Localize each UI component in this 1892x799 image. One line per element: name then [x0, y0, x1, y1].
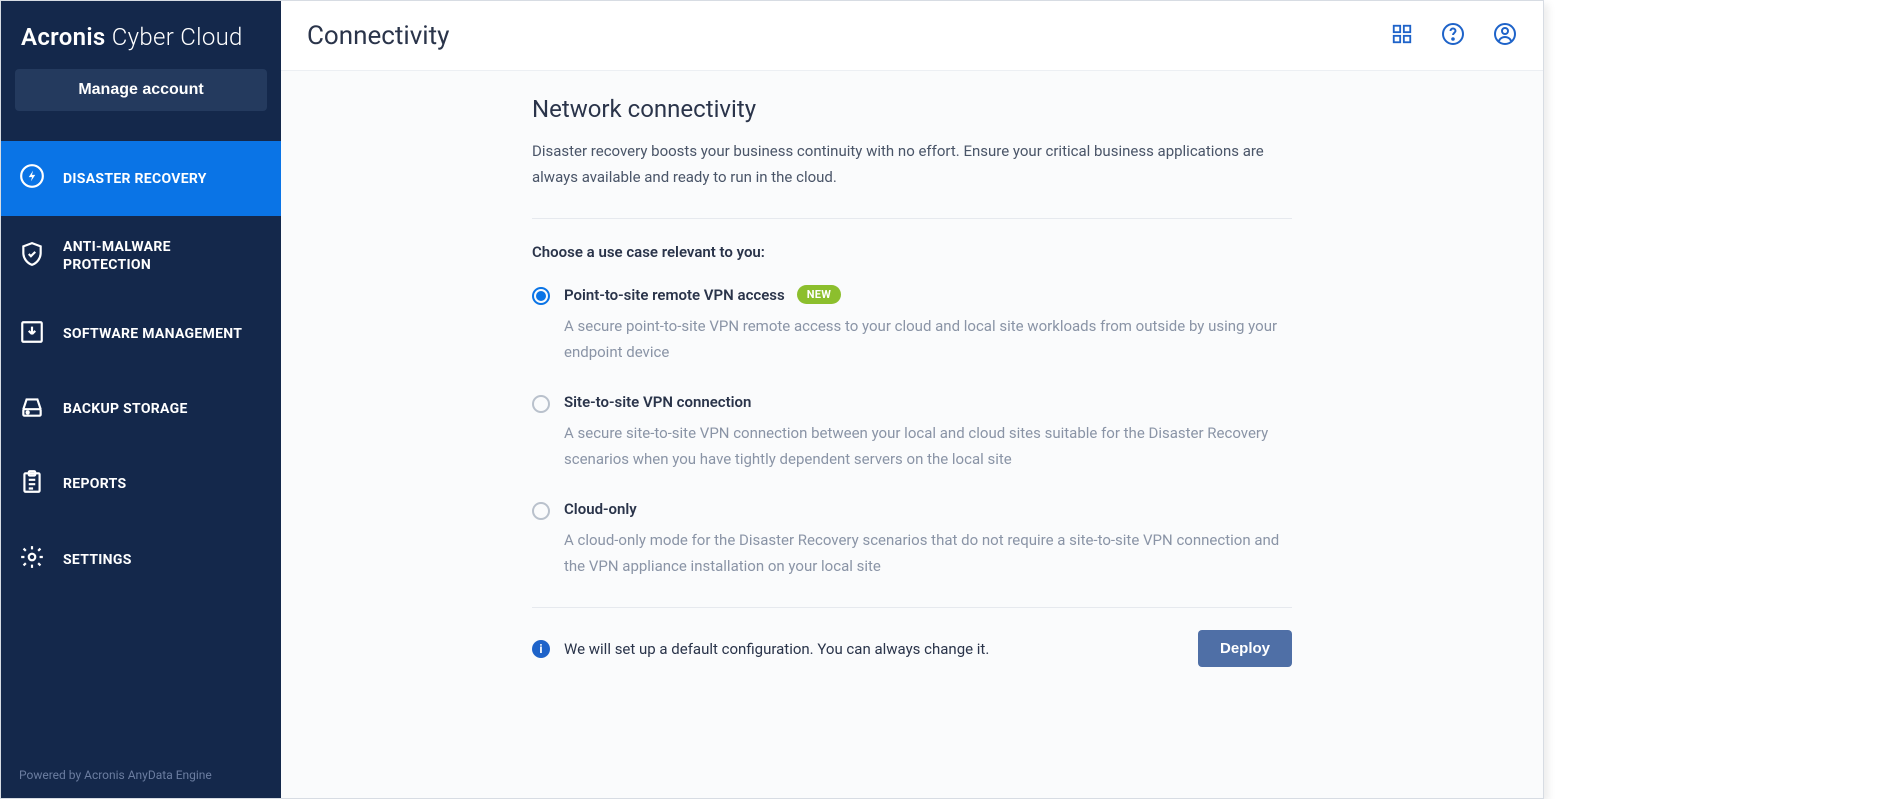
option-point-to-site[interactable]: Point-to-site remote VPN access NEW A se… — [532, 285, 1292, 365]
option-title-row: Point-to-site remote VPN access NEW — [564, 285, 1292, 304]
option-description: A cloud-only mode for the Disaster Recov… — [564, 528, 1292, 579]
help-icon[interactable] — [1441, 22, 1465, 50]
footer-row: i We will set up a default configuration… — [532, 607, 1292, 667]
brand-bold: Acronis — [21, 23, 106, 51]
option-description: A secure site-to-site VPN connection bet… — [564, 421, 1292, 472]
footer-text: We will set up a default configuration. … — [564, 640, 1184, 658]
sidebar-item-backup-storage[interactable]: BACKUP STORAGE — [1, 372, 281, 447]
option-site-to-site[interactable]: Site-to-site VPN connection A secure sit… — [532, 393, 1292, 472]
main-area: Connectivity Network connectivity Disast… — [281, 1, 1543, 798]
radio-icon[interactable] — [532, 287, 550, 305]
sidebar-item-label: BACKUP STORAGE — [63, 400, 188, 418]
bolt-circle-icon — [19, 163, 45, 194]
option-title: Cloud-only — [564, 500, 637, 518]
sidebar-item-label: SETTINGS — [63, 551, 132, 569]
option-description: A secure point-to-site VPN remote access… — [564, 314, 1292, 365]
option-title: Point-to-site remote VPN access — [564, 286, 785, 304]
sidebar-item-disaster-recovery[interactable]: DISASTER RECOVERY — [1, 141, 281, 216]
sidebar-item-label: DISASTER RECOVERY — [63, 170, 207, 188]
option-title-row: Site-to-site VPN connection — [564, 393, 1292, 411]
topbar: Connectivity — [281, 1, 1543, 71]
sidebar-item-label: ANTI-MALWARE PROTECTION — [63, 238, 243, 274]
divider — [532, 218, 1292, 219]
content-scroll: Network connectivity Disaster recovery b… — [281, 71, 1543, 798]
sidebar-item-software-management[interactable]: SOFTWARE MANAGEMENT — [1, 297, 281, 372]
powered-by-text: Powered by Acronis AnyData Engine — [1, 752, 281, 798]
option-title-row: Cloud-only — [564, 500, 1292, 518]
panel-description: Disaster recovery boosts your business c… — [532, 139, 1292, 190]
sidebar-item-reports[interactable]: REPORTS — [1, 447, 281, 522]
drive-icon — [19, 394, 45, 425]
option-body: Site-to-site VPN connection A secure sit… — [564, 393, 1292, 472]
option-body: Point-to-site remote VPN access NEW A se… — [564, 285, 1292, 365]
shield-icon — [19, 241, 45, 272]
download-box-icon — [19, 319, 45, 350]
brand-light: Cyber Cloud — [112, 23, 243, 51]
radio-icon[interactable] — [532, 502, 550, 520]
sidebar: Acronis Cyber Cloud Manage account DISAS… — [1, 1, 281, 798]
clipboard-icon — [19, 469, 45, 500]
new-badge: NEW — [797, 285, 841, 304]
topbar-icons — [1391, 22, 1517, 50]
info-icon: i — [532, 640, 550, 658]
option-cloud-only[interactable]: Cloud-only A cloud-only mode for the Dis… — [532, 500, 1292, 579]
page-title: Connectivity — [307, 21, 1391, 51]
panel-title: Network connectivity — [532, 95, 1292, 123]
app-window: Acronis Cyber Cloud Manage account DISAS… — [0, 0, 1544, 799]
deploy-button[interactable]: Deploy — [1198, 630, 1292, 667]
option-body: Cloud-only A cloud-only mode for the Dis… — [564, 500, 1292, 579]
radio-icon[interactable] — [532, 395, 550, 413]
manage-account-button[interactable]: Manage account — [15, 69, 267, 111]
gear-icon — [19, 544, 45, 575]
option-title: Site-to-site VPN connection — [564, 393, 751, 411]
sidebar-item-anti-malware[interactable]: ANTI-MALWARE PROTECTION — [1, 216, 281, 296]
connectivity-panel: Network connectivity Disaster recovery b… — [532, 71, 1292, 798]
sidebar-item-label: REPORTS — [63, 475, 126, 493]
sidebar-item-label: SOFTWARE MANAGEMENT — [63, 325, 242, 343]
sidebar-nav: DISASTER RECOVERY ANTI-MALWARE PROTECTIO… — [1, 141, 281, 752]
brand-logo: Acronis Cyber Cloud — [1, 1, 281, 69]
sidebar-item-settings[interactable]: SETTINGS — [1, 522, 281, 597]
account-icon[interactable] — [1493, 22, 1517, 50]
apps-grid-icon[interactable] — [1391, 23, 1413, 49]
choose-use-case-label: Choose a use case relevant to you: — [532, 243, 1292, 261]
